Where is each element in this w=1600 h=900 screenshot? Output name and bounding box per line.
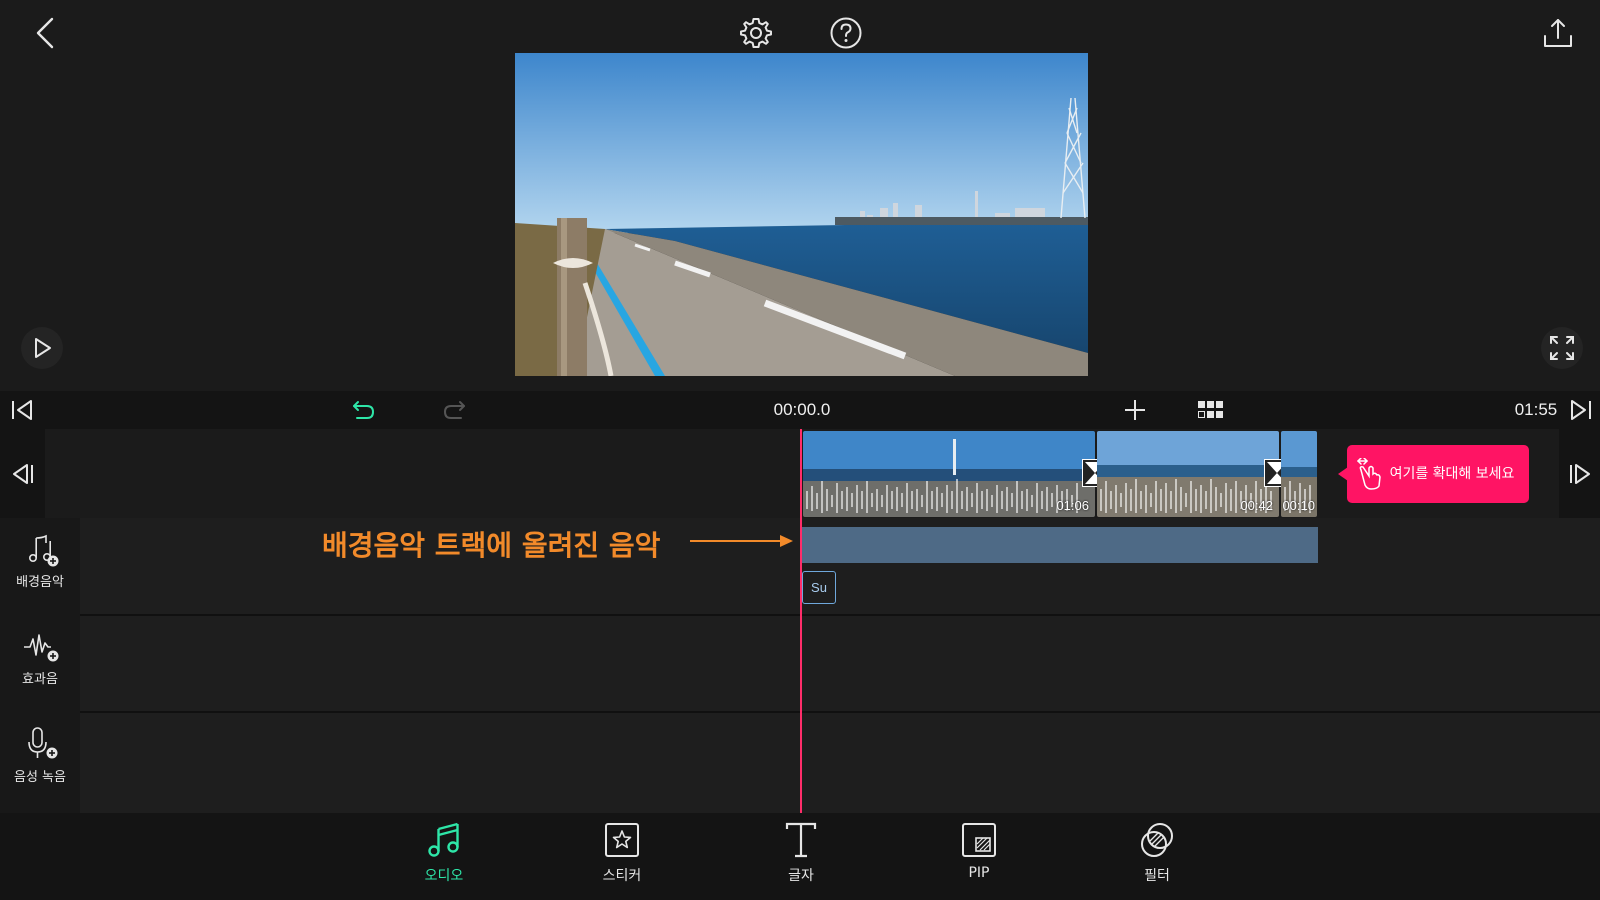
- sound-effect-tool-label: 효과음: [22, 672, 58, 687]
- tab-sticker-label: 스티커: [602, 868, 642, 884]
- music-note-icon: [428, 822, 459, 857]
- filter-icon: [1141, 823, 1173, 857]
- bgm-tool[interactable]: 배경음악: [0, 533, 80, 590]
- video-clip[interactable]: 00:10: [1281, 431, 1317, 517]
- clip-duration: 00:42: [1240, 498, 1273, 513]
- mic-add-icon: [28, 727, 58, 759]
- bgm-audio-clip[interactable]: [802, 527, 1318, 563]
- zoom-hint-tooltip[interactable]: 여기를 확대해 보세요: [1338, 445, 1529, 503]
- undo-icon[interactable]: [349, 391, 379, 429]
- sticker-icon: [605, 823, 639, 857]
- track-divider: [80, 614, 1600, 616]
- preview-area: [0, 0, 1600, 391]
- annotation-label: 배경음악 트랙에 올려진 음악: [322, 529, 661, 562]
- tab-sticker[interactable]: 스티커: [577, 821, 667, 885]
- video-clip[interactable]: 00:42: [1097, 431, 1279, 517]
- tab-audio-label: 오디오: [424, 868, 464, 884]
- fullscreen-icon: [1550, 336, 1574, 360]
- tab-text[interactable]: 글자: [756, 821, 846, 885]
- pinch-zoom-icon: [1356, 458, 1381, 490]
- music-add-icon: [29, 534, 59, 567]
- sound-effect-tool[interactable]: 효과음: [0, 630, 80, 687]
- help-icon[interactable]: [827, 14, 865, 52]
- jump-to-start-icon[interactable]: [6, 391, 38, 429]
- annotation-arrow-icon: [690, 535, 793, 547]
- video-clip[interactable]: 01:06: [803, 431, 1095, 517]
- fullscreen-button[interactable]: [1541, 327, 1583, 369]
- play-icon: [35, 338, 51, 358]
- clip-duration: 00:10: [1282, 498, 1315, 513]
- bottom-tab-bar: 오디오 스티커 글자 PIP 필터: [0, 813, 1600, 900]
- prev-frame-icon: [12, 463, 33, 484]
- next-frame-icon: [1569, 463, 1590, 484]
- video-preview[interactable]: [515, 53, 1088, 376]
- total-time: 01:55: [1514, 400, 1558, 419]
- voice-record-tool[interactable]: 음성 녹음: [0, 726, 80, 785]
- next-frame-button[interactable]: [1559, 429, 1600, 518]
- tab-audio[interactable]: 오디오: [399, 821, 489, 885]
- bgm-clip-tag[interactable]: Su: [802, 571, 836, 604]
- add-icon[interactable]: [1120, 391, 1150, 429]
- tab-pip[interactable]: PIP: [934, 821, 1024, 881]
- back-icon[interactable]: [28, 14, 62, 52]
- audio-tools-sidebar: 배경음악 효과음 음성 녹음: [0, 518, 80, 813]
- tab-text-label: 글자: [788, 868, 814, 884]
- track-divider: [80, 711, 1600, 713]
- video-track[interactable]: 01:06 00:42 00:10: [45, 429, 1559, 518]
- play-button[interactable]: [21, 327, 63, 369]
- voice-record-tool-label: 음성 녹음: [14, 770, 66, 785]
- current-time: 00:00.0: [773, 400, 831, 419]
- sound-effect-add-icon: [24, 634, 59, 662]
- playhead[interactable]: [800, 429, 802, 813]
- tab-filter-label: 필터: [1144, 868, 1170, 884]
- text-icon: [785, 822, 817, 858]
- tab-filter[interactable]: 필터: [1112, 821, 1202, 885]
- prev-frame-button[interactable]: [0, 429, 45, 518]
- clip-duration: 01:06: [1056, 498, 1089, 513]
- tooltip-text: 여기를 확대해 보세요: [1389, 466, 1515, 482]
- jump-to-end-icon[interactable]: [1566, 391, 1596, 429]
- settings-gear-icon[interactable]: [737, 14, 775, 52]
- bgm-tool-label: 배경음악: [16, 575, 64, 590]
- tab-pip-label: PIP: [968, 865, 990, 881]
- timeline-toolbar: 00:00.0 01:55: [0, 391, 1600, 429]
- pip-icon: [962, 823, 996, 857]
- redo-icon[interactable]: [439, 391, 469, 429]
- grid-view-icon[interactable]: [1196, 391, 1226, 429]
- export-share-icon[interactable]: [1539, 14, 1577, 52]
